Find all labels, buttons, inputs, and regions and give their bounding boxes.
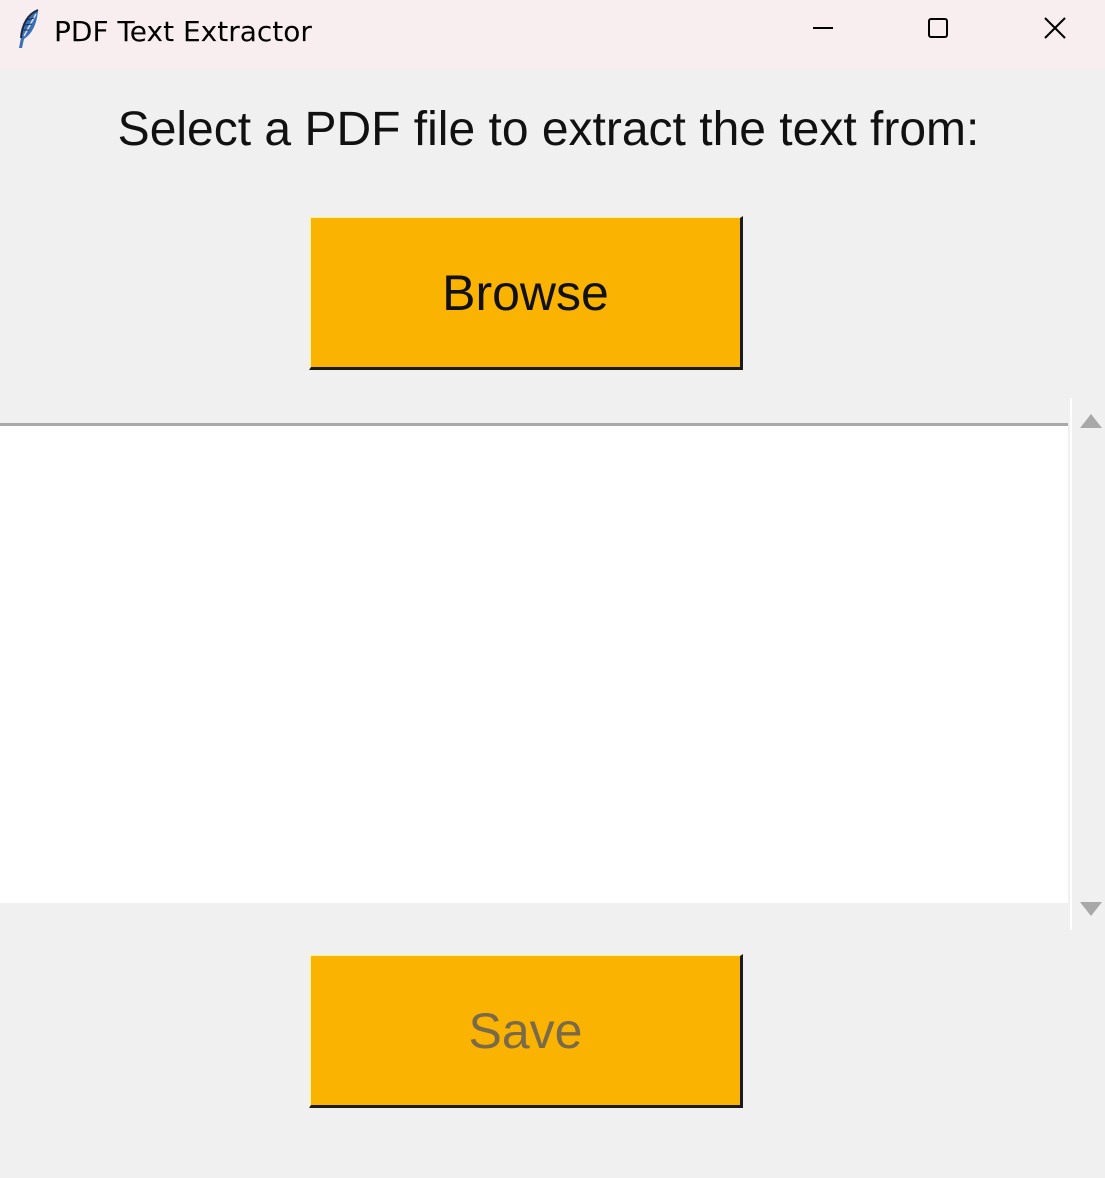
extracted-text-area[interactable] (0, 423, 1068, 903)
close-button[interactable] (1000, 0, 1105, 60)
maximize-button[interactable] (883, 0, 993, 60)
minimize-icon (811, 16, 835, 45)
close-icon (1043, 16, 1067, 45)
window-title: PDF Text Extractor (54, 15, 312, 48)
feather-icon (14, 8, 44, 50)
minimize-button[interactable] (768, 0, 878, 60)
scroll-up-icon[interactable] (1080, 414, 1102, 428)
maximize-icon (926, 16, 950, 45)
text-output-panel (0, 398, 1105, 930)
scroll-down-icon[interactable] (1080, 902, 1102, 916)
instruction-label: Select a PDF file to extract the text fr… (117, 103, 980, 156)
vertical-scrollbar[interactable] (1070, 398, 1105, 930)
save-button[interactable]: Save (309, 954, 743, 1108)
browse-button[interactable]: Browse (309, 216, 743, 370)
title-bar[interactable]: PDF Text Extractor (0, 0, 1105, 70)
